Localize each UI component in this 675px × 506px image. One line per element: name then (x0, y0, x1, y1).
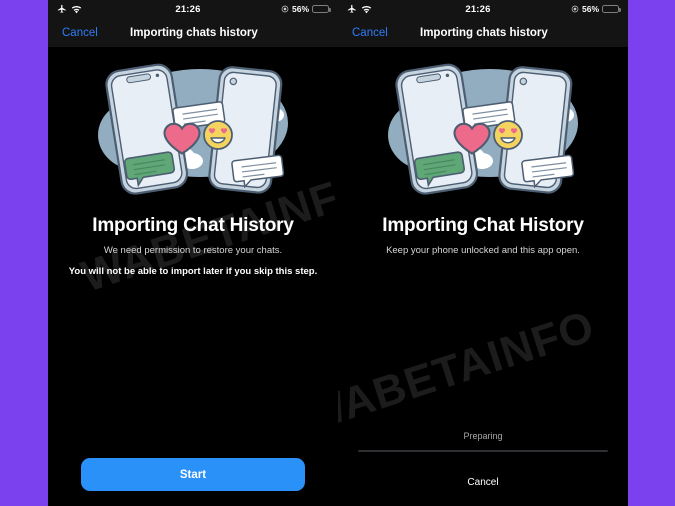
panel-permission-screen: 21:26 56% Cancel Importing chats history… (48, 0, 338, 506)
start-button[interactable]: Start (81, 458, 305, 491)
page-subtitle: Keep your phone unlocked and this app op… (386, 245, 580, 256)
status-bar-right: 56% (539, 4, 621, 14)
heart-eyes-emoji-icon (493, 120, 523, 150)
panel-progress-screen: 21:26 56% Cancel Importing chats history… (338, 0, 628, 506)
status-bar-time: 21:26 (465, 3, 491, 15)
page-title: Importing Chat History (382, 215, 584, 236)
battery-percent-label: 56% (291, 4, 309, 14)
nav-title: Importing chats history (130, 26, 258, 39)
nav-bar: Cancel Importing chats history (48, 18, 338, 47)
battery-icon (602, 4, 621, 14)
two-phones-chat-transfer-illustration (338, 59, 628, 204)
screen-body: WABETAINFO (338, 47, 628, 506)
warning-text: You will not be able to import later if … (68, 266, 318, 277)
airplane-mode-icon (57, 4, 67, 14)
two-phones-chat-transfer-illustration (48, 59, 338, 204)
screenshot-canvas: 21:26 56% Cancel Importing chats history… (0, 0, 675, 506)
status-bar-time: 21:26 (175, 3, 201, 15)
status-bar-left (347, 4, 417, 14)
progress-bar (358, 449, 608, 452)
location-services-icon (571, 5, 579, 13)
page-subtitle: We need permission to restore your chats… (103, 245, 283, 256)
airplane-mode-icon (347, 4, 357, 14)
wifi-icon (71, 5, 82, 14)
status-bar-left (57, 4, 127, 14)
nav-title: Importing chats history (420, 26, 548, 39)
location-services-icon (281, 5, 289, 13)
nav-bar: Cancel Importing chats history (338, 18, 628, 47)
cancel-import-button[interactable]: Cancel (338, 477, 628, 488)
watermark: WABETAINFO (338, 301, 601, 442)
nav-cancel-button[interactable]: Cancel (352, 27, 388, 39)
status-bar: 21:26 56% (48, 0, 338, 18)
status-bar-right: 56% (249, 4, 331, 14)
screen-body: WABETAINFO (48, 47, 338, 506)
battery-icon (312, 4, 331, 14)
battery-percent-label: 56% (581, 4, 599, 14)
status-bar: 21:26 56% (338, 0, 628, 18)
phone-screenshots-pair: 21:26 56% Cancel Importing chats history… (48, 0, 628, 506)
page-title: Importing Chat History (92, 215, 294, 236)
nav-cancel-button[interactable]: Cancel (62, 27, 98, 39)
progress-status-label: Preparing (463, 431, 503, 441)
heart-eyes-emoji-icon (203, 120, 233, 150)
wifi-icon (361, 5, 372, 14)
